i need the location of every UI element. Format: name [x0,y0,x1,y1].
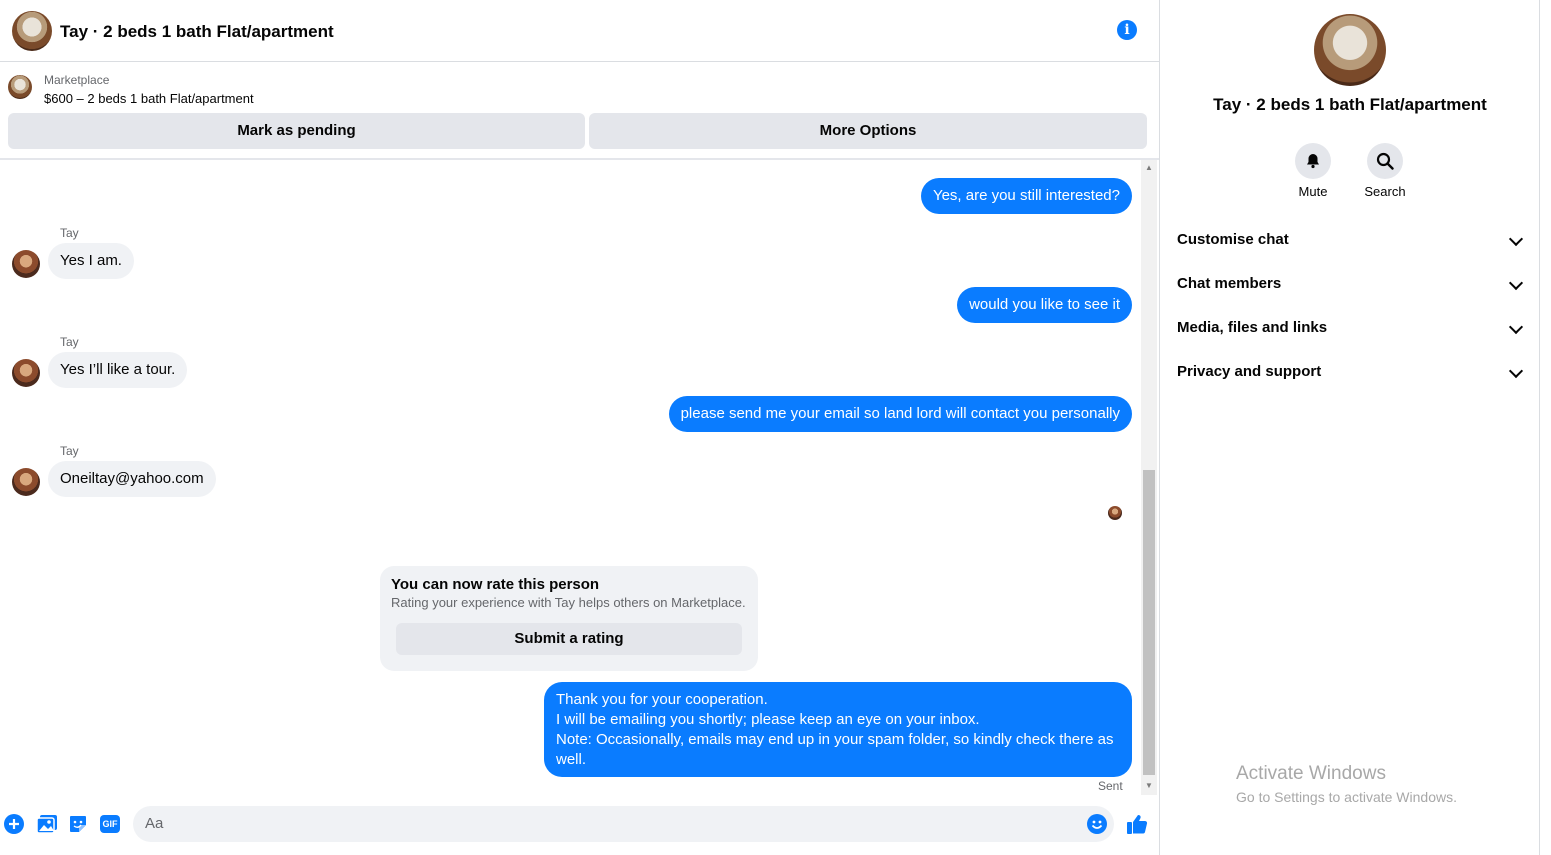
listing-source: Marketplace [44,73,110,87]
chevron-down-icon [1508,231,1524,247]
chevron-down-icon [1508,363,1524,379]
mark-as-pending-button[interactable]: Mark as pending [8,113,585,149]
listing-summary[interactable]: $600 – 2 beds 1 bath Flat/apartment [44,91,254,106]
outgoing-message[interactable]: please send me your email so land lord w… [668,396,1132,432]
windows-watermark-title: Activate Windows [1236,763,1386,784]
panel-avatar[interactable] [1314,14,1386,86]
panel-title: Tay · 2 beds 1 bath Flat/apartment [1213,95,1487,114]
incoming-message[interactable]: Yes I’ll like a tour. [48,352,188,388]
info-icon[interactable]: i [1117,20,1137,40]
chevron-down-icon [1508,275,1524,291]
section-chat-members[interactable]: Chat members [1168,266,1532,302]
search-button[interactable] [1367,143,1403,179]
rating-subtitle: Rating your experience with Tay helps ot… [391,595,746,610]
section-label: Media, files and links [1177,319,1328,336]
conversation-info-panel: Tay · 2 beds 1 bath Flat/apartment Mute … [1159,0,1539,855]
scroll-up-arrow-icon[interactable]: ▲ [1141,163,1157,172]
section-label: Chat members [1177,275,1282,292]
chat-title[interactable]: Tay · 2 beds 1 bath Flat/apartment [60,22,334,42]
section-label: Customise chat [1177,231,1289,248]
message-line: I will be emailing you shortly; please k… [556,711,980,728]
plus-circle-icon[interactable] [4,814,24,834]
search-icon [1376,152,1394,170]
window-edge [1539,0,1551,855]
rating-title: You can now rate this person [391,576,600,593]
message-input[interactable]: Aa [133,806,1114,842]
rating-card: You can now rate this person Rating your… [380,566,758,671]
outgoing-message[interactable]: would you like to see it [957,287,1132,323]
message-line: Note: Occasionally, emails may end up in… [556,731,1114,768]
mute-button[interactable] [1295,143,1331,179]
sender-avatar[interactable] [12,359,40,387]
section-customise-chat[interactable]: Customise chat [1168,222,1532,258]
section-privacy-support[interactable]: Privacy and support [1168,354,1532,390]
chat-header: Tay · 2 beds 1 bath Flat/apartment i [0,0,1159,62]
sender-name: Tay [60,444,79,458]
bell-icon [1307,154,1319,169]
outgoing-message-final[interactable]: Thank you for your cooperation. I will b… [544,682,1132,777]
section-label: Privacy and support [1177,363,1322,380]
sender-name: Tay [60,335,79,349]
read-receipt-avatar [1108,506,1122,520]
mute-label: Mute [1298,184,1328,199]
section-media-files-links[interactable]: Media, files and links [1168,310,1532,346]
like-thumb-icon[interactable] [1126,813,1148,835]
sender-name: Tay [60,226,79,240]
sticker-icon[interactable] [68,814,88,834]
windows-watermark-subtitle: Go to Settings to activate Windows. [1236,789,1457,805]
search-label: Search [1364,184,1406,199]
outgoing-message[interactable]: Yes, are you still interested? [920,178,1132,214]
header-divider [0,158,1159,160]
listing-avatar[interactable] [12,11,52,51]
more-options-button[interactable]: More Options [589,113,1147,149]
incoming-message[interactable]: Yes I am. [48,243,134,279]
sent-status: Sent [1098,779,1123,793]
message-line: Thank you for your cooperation. [556,691,768,708]
incoming-message[interactable]: Oneiltay@yahoo.com [48,461,216,497]
photo-icon[interactable] [36,814,58,834]
listing-thumbnail[interactable] [8,75,32,99]
submit-rating-button[interactable]: Submit a rating [396,623,742,655]
scroll-down-arrow-icon[interactable]: ▼ [1141,781,1157,790]
gif-icon[interactable]: GIF [100,815,120,833]
emoji-icon[interactable] [1087,814,1107,834]
sender-avatar[interactable] [12,250,40,278]
sender-avatar[interactable] [12,468,40,496]
scrollbar-thumb[interactable] [1143,470,1155,775]
chevron-down-icon [1508,319,1524,335]
